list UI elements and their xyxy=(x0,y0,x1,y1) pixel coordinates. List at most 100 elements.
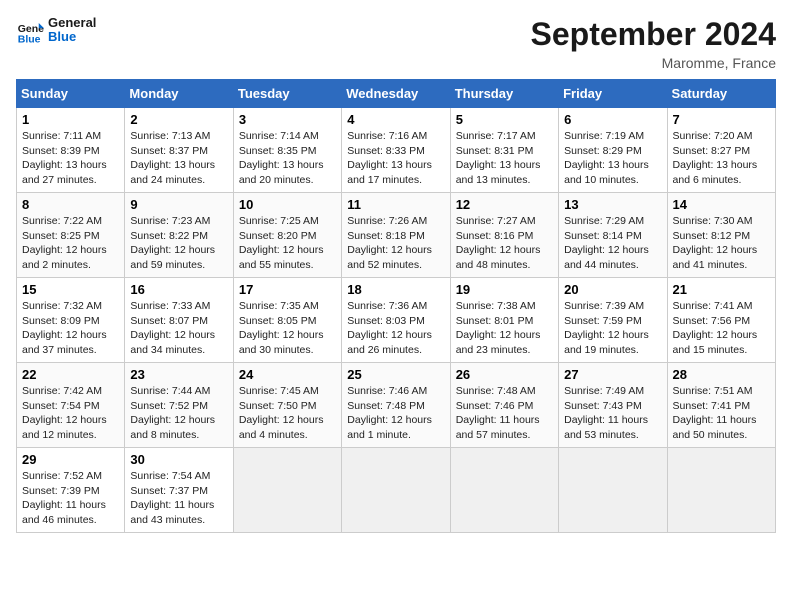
calendar-cell-day-22: 22 Sunrise: 7:42 AMSunset: 7:54 PMDaylig… xyxy=(17,363,125,448)
calendar-cell-day-5: 5 Sunrise: 7:17 AMSunset: 8:31 PMDayligh… xyxy=(450,108,558,193)
day-number: 5 xyxy=(456,112,553,127)
cell-info: Sunrise: 7:19 AMSunset: 8:29 PMDaylight:… xyxy=(564,130,649,186)
col-header-friday: Friday xyxy=(559,80,667,108)
day-number: 1 xyxy=(22,112,119,127)
calendar-row: 1 Sunrise: 7:11 AMSunset: 8:39 PMDayligh… xyxy=(17,108,776,193)
day-number: 8 xyxy=(22,197,119,212)
day-number: 13 xyxy=(564,197,661,212)
col-header-thursday: Thursday xyxy=(450,80,558,108)
cell-info: Sunrise: 7:42 AMSunset: 7:54 PMDaylight:… xyxy=(22,385,107,441)
col-header-monday: Monday xyxy=(125,80,233,108)
calendar-cell-day-9: 9 Sunrise: 7:23 AMSunset: 8:22 PMDayligh… xyxy=(125,193,233,278)
day-number: 16 xyxy=(130,282,227,297)
cell-info: Sunrise: 7:35 AMSunset: 8:05 PMDaylight:… xyxy=(239,300,324,356)
calendar-row: 15 Sunrise: 7:32 AMSunset: 8:09 PMDaylig… xyxy=(17,278,776,363)
day-number: 7 xyxy=(673,112,770,127)
calendar-table: SundayMondayTuesdayWednesdayThursdayFrid… xyxy=(16,79,776,533)
cell-info: Sunrise: 7:11 AMSunset: 8:39 PMDaylight:… xyxy=(22,130,107,186)
calendar-cell-day-16: 16 Sunrise: 7:33 AMSunset: 8:07 PMDaylig… xyxy=(125,278,233,363)
calendar-cell-day-12: 12 Sunrise: 7:27 AMSunset: 8:16 PMDaylig… xyxy=(450,193,558,278)
logo-general: General xyxy=(48,16,96,30)
calendar-cell-day-8: 8 Sunrise: 7:22 AMSunset: 8:25 PMDayligh… xyxy=(17,193,125,278)
empty-cell xyxy=(450,448,558,533)
day-number: 3 xyxy=(239,112,336,127)
calendar-cell-day-17: 17 Sunrise: 7:35 AMSunset: 8:05 PMDaylig… xyxy=(233,278,341,363)
col-header-tuesday: Tuesday xyxy=(233,80,341,108)
cell-info: Sunrise: 7:45 AMSunset: 7:50 PMDaylight:… xyxy=(239,385,324,441)
day-number: 20 xyxy=(564,282,661,297)
day-number: 12 xyxy=(456,197,553,212)
day-number: 21 xyxy=(673,282,770,297)
cell-info: Sunrise: 7:54 AMSunset: 7:37 PMDaylight:… xyxy=(130,470,214,526)
calendar-cell-day-28: 28 Sunrise: 7:51 AMSunset: 7:41 PMDaylig… xyxy=(667,363,775,448)
calendar-cell-day-15: 15 Sunrise: 7:32 AMSunset: 8:09 PMDaylig… xyxy=(17,278,125,363)
day-number: 10 xyxy=(239,197,336,212)
calendar-cell-day-14: 14 Sunrise: 7:30 AMSunset: 8:12 PMDaylig… xyxy=(667,193,775,278)
cell-info: Sunrise: 7:29 AMSunset: 8:14 PMDaylight:… xyxy=(564,215,649,271)
cell-info: Sunrise: 7:22 AMSunset: 8:25 PMDaylight:… xyxy=(22,215,107,271)
day-number: 17 xyxy=(239,282,336,297)
header-row: SundayMondayTuesdayWednesdayThursdayFrid… xyxy=(17,80,776,108)
page-header: General Blue General Blue September 2024… xyxy=(16,16,776,71)
day-number: 6 xyxy=(564,112,661,127)
empty-cell xyxy=(667,448,775,533)
day-number: 18 xyxy=(347,282,444,297)
empty-cell xyxy=(559,448,667,533)
logo: General Blue General Blue xyxy=(16,16,96,45)
logo-blue: Blue xyxy=(48,30,96,44)
cell-info: Sunrise: 7:23 AMSunset: 8:22 PMDaylight:… xyxy=(130,215,215,271)
day-number: 14 xyxy=(673,197,770,212)
cell-info: Sunrise: 7:41 AMSunset: 7:56 PMDaylight:… xyxy=(673,300,758,356)
day-number: 23 xyxy=(130,367,227,382)
cell-info: Sunrise: 7:25 AMSunset: 8:20 PMDaylight:… xyxy=(239,215,324,271)
cell-info: Sunrise: 7:20 AMSunset: 8:27 PMDaylight:… xyxy=(673,130,758,186)
calendar-cell-day-18: 18 Sunrise: 7:36 AMSunset: 8:03 PMDaylig… xyxy=(342,278,450,363)
day-number: 22 xyxy=(22,367,119,382)
day-number: 25 xyxy=(347,367,444,382)
calendar-cell-day-2: 2 Sunrise: 7:13 AMSunset: 8:37 PMDayligh… xyxy=(125,108,233,193)
empty-cell xyxy=(342,448,450,533)
calendar-cell-day-7: 7 Sunrise: 7:20 AMSunset: 8:27 PMDayligh… xyxy=(667,108,775,193)
cell-info: Sunrise: 7:48 AMSunset: 7:46 PMDaylight:… xyxy=(456,385,540,441)
empty-cell xyxy=(233,448,341,533)
cell-info: Sunrise: 7:39 AMSunset: 7:59 PMDaylight:… xyxy=(564,300,649,356)
col-header-wednesday: Wednesday xyxy=(342,80,450,108)
cell-info: Sunrise: 7:13 AMSunset: 8:37 PMDaylight:… xyxy=(130,130,215,186)
calendar-cell-day-24: 24 Sunrise: 7:45 AMSunset: 7:50 PMDaylig… xyxy=(233,363,341,448)
cell-info: Sunrise: 7:30 AMSunset: 8:12 PMDaylight:… xyxy=(673,215,758,271)
col-header-sunday: Sunday xyxy=(17,80,125,108)
cell-info: Sunrise: 7:51 AMSunset: 7:41 PMDaylight:… xyxy=(673,385,757,441)
cell-info: Sunrise: 7:52 AMSunset: 7:39 PMDaylight:… xyxy=(22,470,106,526)
calendar-row: 22 Sunrise: 7:42 AMSunset: 7:54 PMDaylig… xyxy=(17,363,776,448)
day-number: 4 xyxy=(347,112,444,127)
cell-info: Sunrise: 7:38 AMSunset: 8:01 PMDaylight:… xyxy=(456,300,541,356)
calendar-cell-day-13: 13 Sunrise: 7:29 AMSunset: 8:14 PMDaylig… xyxy=(559,193,667,278)
svg-text:Blue: Blue xyxy=(18,34,41,45)
day-number: 2 xyxy=(130,112,227,127)
cell-info: Sunrise: 7:17 AMSunset: 8:31 PMDaylight:… xyxy=(456,130,541,186)
calendar-cell-day-29: 29 Sunrise: 7:52 AMSunset: 7:39 PMDaylig… xyxy=(17,448,125,533)
calendar-cell-day-27: 27 Sunrise: 7:49 AMSunset: 7:43 PMDaylig… xyxy=(559,363,667,448)
logo-icon: General Blue xyxy=(16,16,44,44)
calendar-cell-day-6: 6 Sunrise: 7:19 AMSunset: 8:29 PMDayligh… xyxy=(559,108,667,193)
calendar-cell-day-11: 11 Sunrise: 7:26 AMSunset: 8:18 PMDaylig… xyxy=(342,193,450,278)
cell-info: Sunrise: 7:16 AMSunset: 8:33 PMDaylight:… xyxy=(347,130,432,186)
calendar-row: 29 Sunrise: 7:52 AMSunset: 7:39 PMDaylig… xyxy=(17,448,776,533)
col-header-saturday: Saturday xyxy=(667,80,775,108)
day-number: 15 xyxy=(22,282,119,297)
cell-info: Sunrise: 7:49 AMSunset: 7:43 PMDaylight:… xyxy=(564,385,648,441)
calendar-cell-day-10: 10 Sunrise: 7:25 AMSunset: 8:20 PMDaylig… xyxy=(233,193,341,278)
cell-info: Sunrise: 7:32 AMSunset: 8:09 PMDaylight:… xyxy=(22,300,107,356)
calendar-cell-day-3: 3 Sunrise: 7:14 AMSunset: 8:35 PMDayligh… xyxy=(233,108,341,193)
calendar-cell-day-20: 20 Sunrise: 7:39 AMSunset: 7:59 PMDaylig… xyxy=(559,278,667,363)
title-block: September 2024 Maromme, France xyxy=(531,16,776,71)
day-number: 11 xyxy=(347,197,444,212)
calendar-cell-day-26: 26 Sunrise: 7:48 AMSunset: 7:46 PMDaylig… xyxy=(450,363,558,448)
calendar-cell-day-21: 21 Sunrise: 7:41 AMSunset: 7:56 PMDaylig… xyxy=(667,278,775,363)
day-number: 26 xyxy=(456,367,553,382)
day-number: 19 xyxy=(456,282,553,297)
calendar-cell-day-4: 4 Sunrise: 7:16 AMSunset: 8:33 PMDayligh… xyxy=(342,108,450,193)
day-number: 9 xyxy=(130,197,227,212)
calendar-cell-day-23: 23 Sunrise: 7:44 AMSunset: 7:52 PMDaylig… xyxy=(125,363,233,448)
calendar-cell-day-25: 25 Sunrise: 7:46 AMSunset: 7:48 PMDaylig… xyxy=(342,363,450,448)
